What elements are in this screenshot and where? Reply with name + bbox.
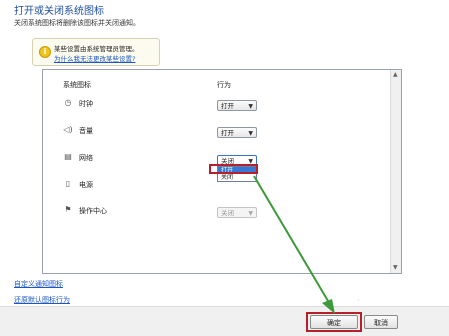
network-behavior-select[interactable]: 关闭 ▼ bbox=[217, 155, 257, 166]
select-value: 打开 bbox=[221, 102, 234, 110]
row-label-action-center: 操作中心 bbox=[79, 207, 107, 215]
row-label-clock: 时钟 bbox=[79, 100, 93, 108]
chevron-down-icon: ▼ bbox=[248, 210, 253, 217]
row-label-power: 电源 bbox=[79, 181, 93, 189]
ok-button[interactable]: 确定 bbox=[310, 315, 358, 329]
page-description: 关闭系统图标将删除该图标并关闭通知。 bbox=[14, 19, 140, 27]
network-behavior-dropdown[interactable]: 打开 关闭 bbox=[217, 166, 257, 182]
page-title: 打开或关闭系统图标 bbox=[14, 6, 104, 17]
chevron-down-icon: ▼ bbox=[248, 130, 253, 137]
dropdown-option-on[interactable]: 打开 bbox=[218, 167, 256, 174]
column-header-behavior: 行为 bbox=[217, 81, 231, 89]
scroll-down-icon[interactable]: ▼ bbox=[393, 265, 398, 271]
customize-notification-icons-link[interactable]: 自定义通知图标 bbox=[14, 279, 63, 289]
row-label-network: 网络 bbox=[79, 154, 93, 162]
info-notice: i 某些设置由系统管理员管理。 为什么我无法更改某些设置? bbox=[32, 38, 160, 66]
flag-icon: ⚑ bbox=[64, 205, 72, 214]
volume-icon: ◁) bbox=[63, 125, 73, 134]
watermark: · bbox=[357, 296, 360, 305]
select-value: 关闭 bbox=[221, 209, 234, 217]
why-cannot-change-link[interactable]: 为什么我无法更改某些设置? bbox=[54, 53, 135, 63]
clock-icon: ◷ bbox=[64, 98, 72, 107]
chevron-down-icon: ▼ bbox=[248, 103, 253, 110]
scroll-up-icon[interactable]: ▲ bbox=[393, 72, 398, 78]
power-icon: ▯ bbox=[65, 179, 71, 188]
info-text: 某些设置由系统管理员管理。 bbox=[54, 45, 139, 53]
cancel-button[interactable]: 取消 bbox=[364, 315, 398, 329]
action-center-behavior-select: 关闭 ▼ bbox=[217, 207, 257, 218]
info-icon: i bbox=[39, 46, 51, 58]
column-header-system-icon: 系统图标 bbox=[63, 81, 91, 89]
dropdown-option-off[interactable]: 关闭 bbox=[218, 174, 256, 181]
clock-behavior-select[interactable]: 打开 ▼ bbox=[217, 100, 257, 111]
select-value: 打开 bbox=[221, 129, 234, 137]
row-label-volume: 音量 bbox=[79, 127, 93, 135]
restore-default-behavior-link[interactable]: 还原默认图标行为 bbox=[14, 295, 70, 305]
select-value: 关闭 bbox=[221, 157, 234, 165]
network-icon: ▤ bbox=[64, 152, 72, 161]
list-scrollbar[interactable]: ▲ ▼ bbox=[390, 70, 401, 273]
volume-behavior-select[interactable]: 打开 ▼ bbox=[217, 127, 257, 138]
